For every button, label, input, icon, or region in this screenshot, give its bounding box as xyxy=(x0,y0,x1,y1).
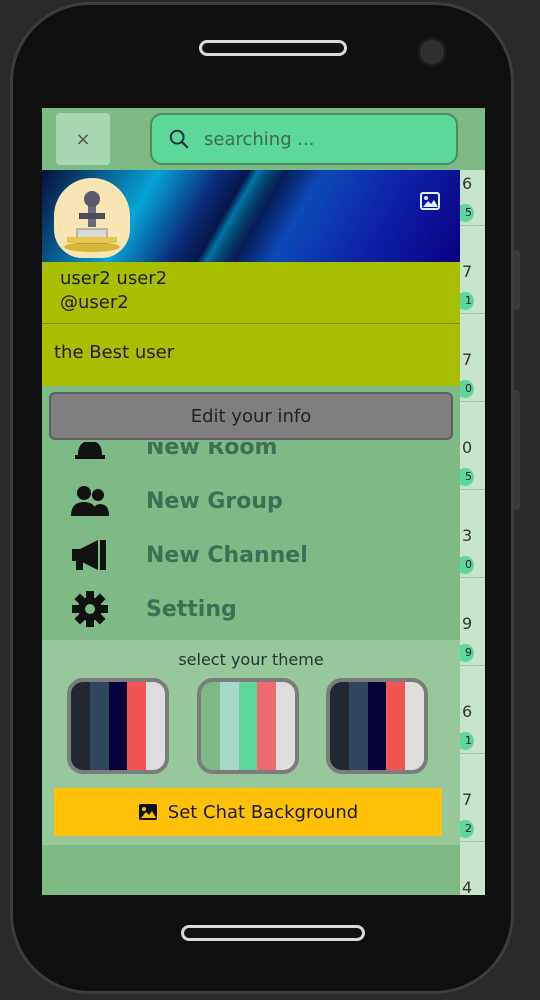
menu-item-label: New Group xyxy=(146,488,283,514)
swatch-color xyxy=(201,682,220,770)
search-input[interactable] xyxy=(204,128,444,150)
phone-camera xyxy=(417,37,447,67)
theme-option-1[interactable] xyxy=(67,678,169,774)
list-item-number: 0 xyxy=(462,438,473,457)
swatch-color xyxy=(127,682,147,770)
list-item-number: 4 xyxy=(462,878,473,895)
swatch-color xyxy=(386,682,406,770)
swatch-color xyxy=(108,682,128,770)
swatch-color xyxy=(238,682,258,770)
list-item[interactable]: 7 1 xyxy=(456,258,485,314)
list-item-number: 7 xyxy=(462,262,473,281)
swatch-color xyxy=(89,682,109,770)
theme-option-3[interactable] xyxy=(326,678,428,774)
app-screen: 6 5 7 1 7 0 0 5 3 0 9 9 6 1 7 2 4 × sear… xyxy=(42,108,485,895)
phone-speaker-bottom xyxy=(181,925,365,941)
side-drawer: user2 user2 @user2 the Best user Edit yo… xyxy=(42,170,460,895)
search-icon xyxy=(168,127,192,151)
list-item-number: 6 xyxy=(462,702,473,721)
user-info-panel: user2 user2 @user2 xyxy=(42,262,460,324)
list-item[interactable]: 6 5 xyxy=(456,170,485,226)
list-item[interactable]: 6 1 xyxy=(456,698,485,754)
phone-speaker-top xyxy=(199,40,347,56)
swatch-color xyxy=(367,682,387,770)
user-handle: @user2 xyxy=(60,292,129,313)
menu-item-label: New Channel xyxy=(146,542,308,568)
user-bio: the Best user xyxy=(54,342,175,363)
gear-icon xyxy=(70,589,110,629)
chat-list-background: 6 5 7 1 7 0 0 5 3 0 9 9 6 1 7 2 4 xyxy=(456,170,485,895)
swatch-color xyxy=(276,682,295,770)
menu-item-new-channel[interactable]: New Channel xyxy=(42,528,460,582)
menu-item-label: Setting xyxy=(146,596,237,622)
edit-info-button[interactable]: Edit your info xyxy=(49,392,453,440)
theme-title: select your theme xyxy=(178,650,324,669)
drawer-footer xyxy=(42,845,460,895)
list-item[interactable]: 9 9 xyxy=(456,610,485,666)
menu-item-new-room[interactable]: New Room xyxy=(42,442,460,474)
bio-panel: the Best user xyxy=(42,324,460,386)
menu-item-label: New Room xyxy=(146,442,278,460)
group-icon xyxy=(70,481,110,521)
user-full-name: user2 user2 xyxy=(60,268,168,289)
swatch-color xyxy=(330,682,349,770)
list-item[interactable]: 7 2 xyxy=(456,786,485,842)
list-item[interactable]: 3 0 xyxy=(456,522,485,578)
list-item[interactable]: 7 0 xyxy=(456,346,485,402)
swatch-color xyxy=(71,682,90,770)
swatch-color xyxy=(257,682,277,770)
set-chat-background-label: Set Chat Background xyxy=(167,801,359,823)
drawer-menu: New Room New Group New Channel Setting xyxy=(42,442,460,642)
list-item-number: 9 xyxy=(462,614,473,633)
close-drawer-button[interactable]: × xyxy=(56,113,110,165)
menu-item-new-group[interactable]: New Group xyxy=(42,474,460,528)
list-item-number: 7 xyxy=(462,790,473,809)
swatch-color xyxy=(146,682,165,770)
set-chat-background-button[interactable]: Set Chat Background xyxy=(54,788,442,836)
theme-selector: select your theme Set Chat Background xyxy=(42,640,460,845)
swatch-color xyxy=(219,682,239,770)
list-item[interactable]: 0 5 xyxy=(456,434,485,490)
bell-icon xyxy=(70,442,110,467)
swatch-color xyxy=(405,682,424,770)
list-item[interactable]: 4 xyxy=(460,874,485,895)
list-item-number: 7 xyxy=(462,350,473,369)
avatar[interactable] xyxy=(54,178,130,258)
menu-item-setting[interactable]: Setting xyxy=(42,582,460,636)
change-banner-icon[interactable] xyxy=(420,192,440,210)
list-item-number: 6 xyxy=(462,174,473,193)
megaphone-icon xyxy=(70,535,110,575)
swatch-color xyxy=(348,682,368,770)
image-icon xyxy=(138,803,158,821)
theme-option-2[interactable] xyxy=(197,678,299,774)
stage: 6 5 7 1 7 0 0 5 3 0 9 9 6 1 7 2 4 × sear… xyxy=(0,0,540,1000)
list-item-number: 3 xyxy=(462,526,473,545)
search-bar[interactable] xyxy=(150,113,458,165)
profile-banner xyxy=(42,170,460,262)
